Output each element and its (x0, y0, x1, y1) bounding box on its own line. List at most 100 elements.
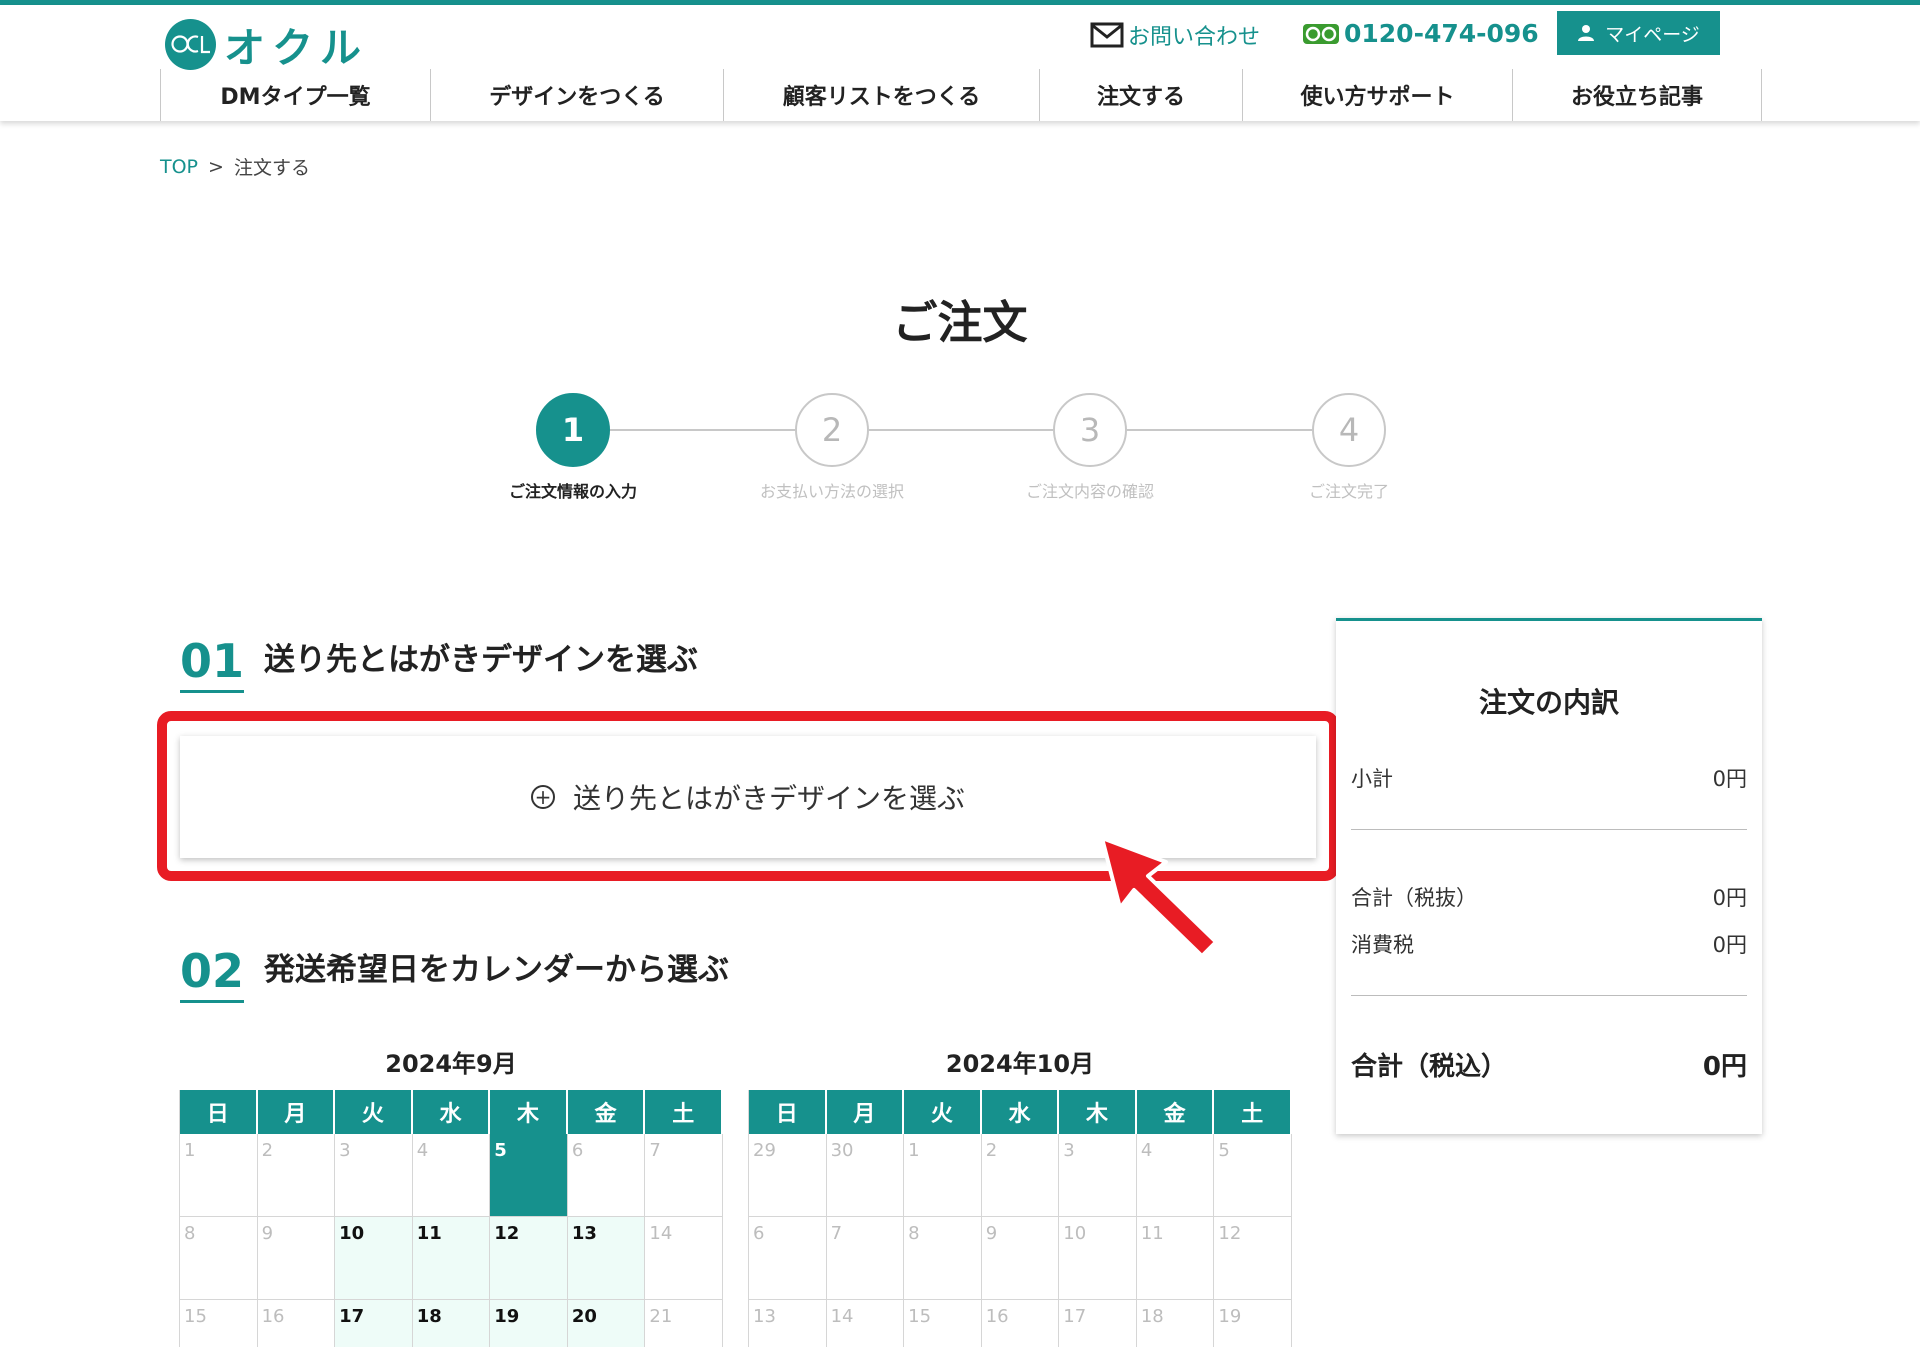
calendar-day: 8 (904, 1217, 982, 1300)
step-1-circle: 1 (536, 393, 610, 467)
subtotal-label: 小計 (1351, 767, 1393, 791)
calendar-month-2: 2024年10月 日月火水木金土 29 30 1 2 3 4 5 6 7 8 9 10 11 12 13 14 1… (748, 1048, 1292, 1347)
calendar-day: 4 (412, 1134, 491, 1217)
subtotal-row: 小計 0円 (1351, 763, 1747, 793)
subtotal-value: 0円 (1712, 767, 1747, 791)
calendar-day-selected[interactable]: 5 (490, 1134, 568, 1217)
calendar-month-1: 2024年9月 日月火水木金土 1 2 3 4 5 6 7 8 9 10 11 12 13 14 15 16 17… (179, 1048, 723, 1347)
breadcrumb-separator: > (208, 155, 224, 178)
step-4-circle: 4 (1312, 393, 1386, 467)
calendar-day-available[interactable]: 11 (412, 1217, 491, 1300)
calendar-day: 19 (1214, 1300, 1292, 1347)
calendar-day: 13 (749, 1300, 827, 1347)
calendar-day-available[interactable]: 17 (335, 1300, 413, 1347)
contact-link[interactable]: お問い合わせ (1090, 19, 1260, 51)
section-01-heading: 01 送り先とはがきデザインを選ぶ (180, 634, 698, 693)
section-02-title: 発送希望日をカレンダーから選ぶ (264, 952, 730, 988)
section-01-title: 送り先とはがきデザインを選ぶ (264, 642, 699, 678)
free-dial-icon (1303, 23, 1339, 44)
calendar-day-available[interactable]: 19 (490, 1300, 568, 1347)
calendar-weekday-header: 土 (1214, 1090, 1292, 1134)
calendar-day: 14 (827, 1300, 905, 1347)
calendar-day: 11 (1136, 1217, 1215, 1300)
calendar-day: 10 (1059, 1217, 1137, 1300)
calendar-day: 7 (826, 1217, 905, 1300)
section-01-number: 01 (180, 638, 245, 693)
step-2-label: お支払い方法の選択 (759, 482, 904, 501)
calendar-weekday-header: 土 (645, 1090, 723, 1134)
calendar-day: 16 (258, 1300, 336, 1347)
calendar-day: 29 (749, 1134, 827, 1217)
nav-item-design[interactable]: デザインをつくる (430, 69, 723, 121)
summary-divider (1351, 995, 1747, 996)
calendar-weekday-header: 日 (749, 1090, 827, 1134)
total-incl-row: 合計（税込） 0円 (1351, 1046, 1747, 1083)
summary-divider (1351, 829, 1747, 830)
calendar-weekday-header: 月 (826, 1090, 905, 1134)
calendar-month-title: 2024年10月 (945, 1050, 1095, 1078)
calendar-day: 9 (257, 1217, 336, 1300)
summary-title: 注文の内訳 (1478, 686, 1619, 719)
calendar-day: 1 (904, 1134, 982, 1217)
mypage-label: マイページ (1605, 23, 1700, 46)
logo-text: オクル (224, 24, 369, 72)
calendar-month-title: 2024年9月 (385, 1050, 517, 1078)
calendar-day: 15 (180, 1300, 258, 1347)
step-3-label: ご注文内容の確認 (1025, 482, 1154, 501)
nav-item-articles[interactable]: お役立ち記事 (1512, 69, 1762, 121)
select-destination-design-label: 送り先とはがきデザインを選ぶ (572, 782, 965, 815)
calendar-weekday-header: 水 (412, 1090, 491, 1134)
calendar-day: 6 (749, 1217, 827, 1300)
calendar-day: 8 (180, 1217, 258, 1300)
calendar-day-available[interactable]: 18 (412, 1300, 491, 1347)
page-title: ご注文 (892, 296, 1028, 349)
calendar-day: 7 (645, 1134, 723, 1217)
total-excl-label: 合計（税抜） (1351, 886, 1477, 910)
calendar-day: 6 (567, 1134, 646, 1217)
plus-circle-icon: + (530, 785, 555, 809)
calendar-day-available[interactable]: 20 (567, 1300, 646, 1347)
calendar-grid: 日月火水木金土 29 30 1 2 3 4 5 6 7 8 9 10 11 12 13 14 15 16 17 18 19 (748, 1090, 1292, 1347)
calendar-weekday-header: 月 (257, 1090, 336, 1134)
calendar-weekday-header: 金 (567, 1090, 646, 1134)
calendar-weekday-header: 木 (490, 1090, 568, 1134)
section-02-heading: 02 発送希望日をカレンダーから選ぶ (180, 944, 729, 1003)
total-excl-value: 0円 (1712, 886, 1747, 910)
calendar-day: 4 (1136, 1134, 1215, 1217)
step-3-circle: 3 (1053, 393, 1127, 467)
mypage-button[interactable]: マイページ (1557, 11, 1720, 55)
section-02-number: 02 (180, 948, 245, 1003)
order-summary-panel: 注文の内訳 小計 0円 合計（税抜） 0円 消費税 0円 合計（税込） 0円 (1336, 618, 1762, 1134)
calendar-day-available[interactable]: 13 (567, 1217, 646, 1300)
calendar-day-available[interactable]: 10 (335, 1217, 413, 1300)
calendar-grid: 日月火水木金土 1 2 3 4 5 6 7 8 9 10 11 12 13 14 15 16 17 18 19 20 21 (179, 1090, 723, 1347)
nav-item-dm-types[interactable]: DMタイプ一覧 (160, 69, 430, 121)
step-4-label: ご注文完了 (1308, 482, 1389, 501)
site-header: オクル お問い合わせ 0120-474-096 マイページ DMタイプ一覧 デザ… (0, 5, 1920, 121)
calendar-weekday-header: 金 (1136, 1090, 1215, 1134)
nav-item-support[interactable]: 使い方サポート (1242, 69, 1512, 121)
calendar-day: 30 (826, 1134, 905, 1217)
calendar-weekday-header: 水 (981, 1090, 1060, 1134)
breadcrumb-top-link[interactable]: TOP (160, 156, 198, 178)
calendar-day-available[interactable]: 12 (490, 1217, 568, 1300)
nav-item-order[interactable]: 注文する (1039, 69, 1242, 121)
contact-label: お問い合わせ (1128, 25, 1261, 50)
site-logo[interactable]: オクル (165, 14, 369, 74)
calendar-weekday-header: 木 (1059, 1090, 1137, 1134)
nav-item-customer-list[interactable]: 顧客リストをつくる (723, 69, 1039, 121)
calendar-day: 18 (1137, 1300, 1215, 1347)
main-nav: DMタイプ一覧 デザインをつくる 顧客リストをつくる 注文する 使い方サポート … (160, 69, 1762, 121)
calendar-day: 5 (1214, 1134, 1292, 1217)
calendar-day: 17 (1059, 1300, 1137, 1347)
tax-label: 消費税 (1351, 933, 1414, 957)
order-steps: 1 ご注文情報の入力 2 お支払い方法の選択 3 ご注文内容の確認 4 ご注文完… (0, 393, 1920, 513)
calendar-weekday-header: 日 (180, 1090, 258, 1134)
phone-link[interactable]: 0120-474-096 (1302, 19, 1539, 48)
total-incl-label: 合計（税込） (1351, 1052, 1508, 1082)
total-excl-row: 合計（税抜） 0円 (1351, 882, 1747, 912)
calendar-day: 21 (645, 1300, 723, 1347)
step-1: 1 ご注文情報の入力 (473, 393, 673, 502)
tax-row: 消費税 0円 (1351, 929, 1747, 959)
step-1-label: ご注文情報の入力 (508, 482, 637, 501)
